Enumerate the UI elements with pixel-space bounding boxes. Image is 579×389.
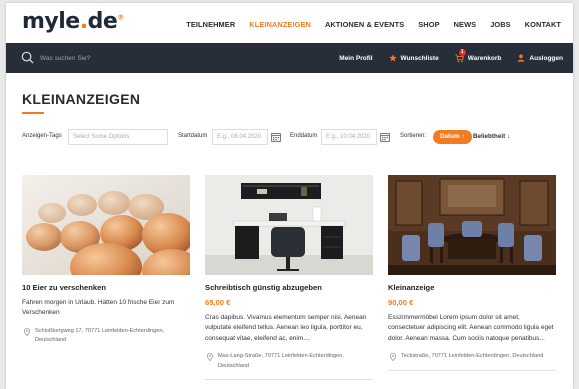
search-input[interactable] <box>40 52 240 64</box>
map-pin-icon <box>390 353 396 362</box>
cart-count-badge: 1 <box>458 48 466 56</box>
my-profile-label: Mein Profil <box>339 54 373 62</box>
listing-price: 90,00 € <box>388 298 414 307</box>
listing-card[interactable]: 10 Eier zu verschenken Fahren morgen in … <box>22 175 190 346</box>
nav-shop[interactable]: SHOP <box>418 20 439 29</box>
main-nav: TEILNEHMER KLEINANZEIGEN AKTIONEN & EVEN… <box>172 20 561 29</box>
listing-location: Schloßbergweg 17, 70771 Leinfelden-Echte… <box>22 327 190 346</box>
listing-image-dining-room[interactable] <box>388 175 556 275</box>
tags-select[interactable]: Select Some Options <box>68 129 168 145</box>
listing-title[interactable]: Kleinanzeige <box>388 283 556 292</box>
listing-address: Max-Lang-Straße, 70771 Leinfelden-Echter… <box>218 352 344 371</box>
start-date-input[interactable]: E.g., 08.04.2020 <box>212 129 268 145</box>
listing-address-line: Teckstraße, 70771 Leinfelden-Echterdinge… <box>401 353 544 360</box>
listing-address: Schloßbergweg 17, 70771 Leinfelden-Echte… <box>35 327 164 346</box>
my-profile-button[interactable]: Mein Profil <box>339 55 372 62</box>
sort-by-date-button[interactable]: Datum ↑ <box>433 130 472 144</box>
search-bar: Mein Profil Wunschliste 1 Warenkorb <box>6 43 573 73</box>
page-title: KLEINANZEIGEN <box>22 91 141 107</box>
tags-label: Anzeigen-Tags <box>22 133 62 139</box>
user-icon <box>518 54 525 62</box>
listing-description: Cras dapibus. Vivamus elementum semper n… <box>205 314 367 342</box>
logo-tld: de <box>87 9 118 34</box>
listing-title[interactable]: Schreibtisch günstig abzugeben <box>205 283 373 292</box>
cart-label: Warenkorb <box>467 54 502 62</box>
top-header: myle.de® TEILNEHMER KLEINANZEIGEN AKTION… <box>6 3 573 43</box>
logo-dot: . <box>79 9 88 34</box>
sort-by-popularity-button[interactable]: Beliebtheit ↓ <box>473 133 510 140</box>
nav-teilnehmer[interactable]: TEILNEHMER <box>186 20 235 29</box>
title-underline <box>22 112 44 114</box>
sort-label: Sortieren: <box>400 133 427 139</box>
filter-bar: Anzeigen-Tags Select Some Options Startd… <box>22 129 562 145</box>
start-date-label: Startdatum <box>178 133 208 139</box>
listing-address-line: Max-Lang-Straße, 70771 Leinfelden-Echter… <box>218 353 344 360</box>
listing-location: Teckstraße, 70771 Leinfelden-Echterdinge… <box>388 352 556 362</box>
logout-button[interactable]: Ausloggen <box>517 54 563 62</box>
nav-kontakt[interactable]: KONTAKT <box>525 20 561 29</box>
star-icon <box>388 54 397 62</box>
listing-image-desk[interactable] <box>205 175 373 275</box>
end-date-label: Enddatum <box>290 133 318 139</box>
nav-kleinanzeigen[interactable]: KLEINANZEIGEN <box>249 20 311 29</box>
wishlist-label: Wunschliste <box>400 54 439 62</box>
listing-title[interactable]: 10 Eier zu verschenken <box>22 283 190 292</box>
calendar-icon[interactable] <box>380 132 390 142</box>
desk-photo <box>205 175 373 275</box>
wishlist-button[interactable]: Wunschliste <box>388 54 439 62</box>
listing-description: Fahren morgen in Urlaub. Hätten 10 frisc… <box>22 299 175 317</box>
card-divider <box>205 379 373 381</box>
tags-select-placeholder: Select Some Options <box>73 134 130 140</box>
dining-room-photo <box>388 175 556 275</box>
listing-price: 65,00 € <box>205 298 231 307</box>
page-frame: myle.de® TEILNEHMER KLEINANZEIGEN AKTION… <box>6 3 573 389</box>
listing-card[interactable]: Schreibtisch günstig abzugeben 65,00 € C… <box>205 175 373 381</box>
listing-address-line: Schloßbergweg 17, 70771 Leinfelden-Echte… <box>35 327 165 334</box>
listing-description: Esszimmermöbel Lorem ipsum dolor sit ame… <box>388 314 554 342</box>
cart-button[interactable]: 1 Warenkorb <box>455 48 502 63</box>
listing-image-eggs[interactable] <box>22 175 190 275</box>
eggs-photo <box>22 175 190 275</box>
logo-registered-mark: ® <box>117 13 124 22</box>
logout-label: Ausloggen <box>529 54 563 62</box>
end-date-input[interactable]: E.g., 10.04.2020 <box>321 129 377 145</box>
listing-location: Max-Lang-Straße, 70771 Leinfelden-Echter… <box>205 352 373 371</box>
account-actions: Mein Profil Wunschliste 1 Warenkorb Ausl… <box>323 43 563 73</box>
map-pin-icon <box>207 353 213 362</box>
logo-text: myle <box>22 9 80 34</box>
end-date-placeholder: E.g., 10.04.2020 <box>326 134 371 140</box>
listing-card[interactable]: Kleinanzeige 90,00 € Esszimmermöbel Lore… <box>388 175 556 371</box>
start-date-placeholder: E.g., 08.04.2020 <box>217 134 262 140</box>
search-icon[interactable] <box>21 51 34 64</box>
listing-address: Teckstraße, 70771 Leinfelden-Echterdinge… <box>401 352 543 362</box>
nav-news[interactable]: NEWS <box>454 20 477 29</box>
nav-aktionen-events[interactable]: AKTIONEN & EVENTS <box>325 20 404 29</box>
map-pin-icon <box>24 327 30 336</box>
nav-jobs[interactable]: JOBS <box>490 20 511 29</box>
card-divider <box>388 369 556 371</box>
listing-address-line: Deutschland <box>218 362 250 369</box>
logo[interactable]: myle.de® <box>22 9 124 34</box>
calendar-icon[interactable] <box>271 132 281 142</box>
listing-address-line: Deutschland <box>35 337 67 344</box>
